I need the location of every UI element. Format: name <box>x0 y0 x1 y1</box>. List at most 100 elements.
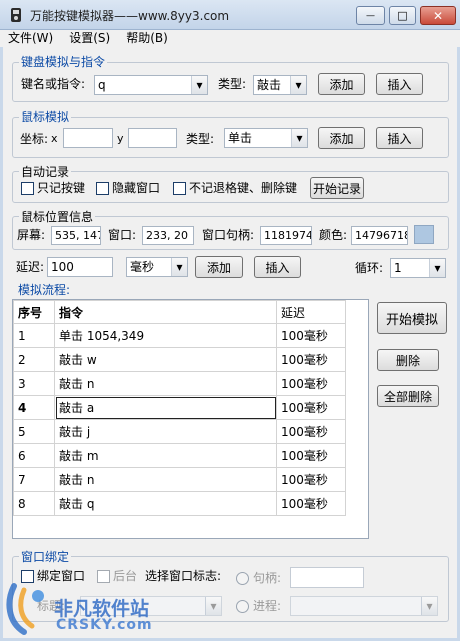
keyboard-group-label: 键盘模拟与指令 <box>19 55 108 69</box>
mouse-group-label: 鼠标模拟 <box>19 110 72 124</box>
row-no: 3 <box>13 371 55 396</box>
handle-radio[interactable] <box>236 572 249 585</box>
maximize-button[interactable]: □ <box>389 6 416 25</box>
row-delay: 100毫秒 <box>276 395 346 420</box>
delay-label: 延迟: <box>16 260 45 274</box>
key-insert-button[interactable]: 插入 <box>376 73 423 95</box>
table-row[interactable]: 7 敲击 n 100毫秒 <box>13 467 346 492</box>
row-no: 2 <box>13 347 55 372</box>
delay-add-button[interactable]: 添加 <box>195 256 243 278</box>
col-header-delay[interactable]: 延迟 <box>276 300 346 324</box>
handle-label: 窗口句柄: <box>202 228 255 242</box>
mouse-type-value: 单击 <box>228 131 253 145</box>
start-record-button[interactable]: 开始记录 <box>310 177 364 199</box>
handle-input[interactable] <box>290 567 364 588</box>
table-row[interactable]: 3 敲击 n 100毫秒 <box>13 371 346 396</box>
menu-file[interactable]: 文件(W) <box>0 30 61 47</box>
mouse-y-input[interactable] <box>128 128 177 148</box>
row-delay: 100毫秒 <box>276 419 346 444</box>
key-name-value: q <box>98 78 106 92</box>
delay-insert-button[interactable]: 插入 <box>254 256 301 278</box>
handle-radio-label: 句柄: <box>253 571 282 585</box>
watermark-en: CRSKY.com <box>56 617 153 633</box>
key-add-button[interactable]: 添加 <box>318 73 365 95</box>
row-cmd: 单击 1054,349 <box>54 323 277 348</box>
x-label: x <box>51 132 58 145</box>
no-backspace-label: 不记退格键、删除键 <box>189 181 298 195</box>
window-title: 万能按键模拟器——www.8yy3.com <box>30 9 230 23</box>
row-cmd: 敲击 n <box>54 371 277 396</box>
delete-button[interactable]: 删除 <box>377 349 439 371</box>
mouse-add-button[interactable]: 添加 <box>318 127 365 149</box>
watermark-logo: 非凡软件站 CRSKY.com <box>2 580 172 638</box>
table-row-selected[interactable]: 4 敲击 a 100毫秒 <box>13 395 346 420</box>
flow-table: 序号 指令 延迟 1 单击 1054,349 100毫秒 2 敲击 w 100毫秒 3敲… <box>13 300 346 516</box>
hide-window-checkbox[interactable] <box>96 182 109 195</box>
maximize-icon: □ <box>397 9 408 22</box>
mouse-type-combo[interactable]: 单击 ▾ <box>224 128 308 148</box>
window-pos-value: 233, 20 <box>142 226 194 245</box>
chevron-down-icon: ▾ <box>421 597 437 615</box>
title-bar: 万能按键模拟器——www.8yy3.com — □ ✕ <box>0 0 460 30</box>
screen-value: 535, 147 <box>51 226 101 245</box>
process-radio[interactable] <box>236 600 249 613</box>
menu-help[interactable]: 帮助(B) <box>118 30 176 47</box>
key-type-combo[interactable]: 敲击 ▾ <box>253 75 307 95</box>
chevron-down-icon: ▾ <box>205 597 221 615</box>
start-sim-button[interactable]: 开始模拟 <box>377 302 447 334</box>
flow-list[interactable]: 序号 指令 延迟 1 单击 1054,349 100毫秒 2 敲击 w 100毫秒 3敲… <box>12 299 369 539</box>
menu-bar: 文件(W) 设置(S) 帮助(B) <box>0 30 460 47</box>
row-delay: 100毫秒 <box>276 491 346 516</box>
table-row[interactable]: 2 敲击 w 100毫秒 <box>13 347 346 372</box>
row-no: 1 <box>13 323 55 348</box>
row-delay: 100毫秒 <box>276 371 346 396</box>
row-delay: 100毫秒 <box>276 323 346 348</box>
row-delay: 100毫秒 <box>276 443 346 468</box>
table-row[interactable]: 5 敲击 j 100毫秒 <box>13 419 346 444</box>
minimize-button[interactable]: — <box>356 6 385 25</box>
col-header-cmd[interactable]: 指令 <box>54 300 277 324</box>
row-cmd: 敲击 m <box>54 443 277 468</box>
binding-group-label: 窗口绑定 <box>19 550 72 564</box>
table-row[interactable]: 6 敲击 m 100毫秒 <box>13 443 346 468</box>
chevron-down-icon: ▾ <box>291 129 307 147</box>
loop-combo[interactable]: 1 ▾ <box>390 258 446 278</box>
color-label: 颜色: <box>319 228 348 242</box>
row-no: 8 <box>13 491 55 516</box>
row-cmd: 敲击 q <box>54 491 277 516</box>
row-cmd: 敲击 a <box>54 395 277 420</box>
only-keys-checkbox[interactable] <box>21 182 34 195</box>
handle-value: 1181974 <box>260 226 312 245</box>
menu-settings[interactable]: 设置(S) <box>61 30 118 47</box>
delay-unit-combo[interactable]: 毫秒 ▾ <box>126 257 188 277</box>
row-cmd: 敲击 w <box>54 347 277 372</box>
key-name-label: 键名或指令: <box>21 77 86 91</box>
minimize-icon: — <box>366 10 375 21</box>
row-no: 6 <box>13 443 55 468</box>
delay-input[interactable]: 100 <box>47 257 113 277</box>
process-radio-label: 进程: <box>253 599 282 613</box>
app-icon <box>11 8 21 22</box>
loop-label: 循环: <box>355 261 384 275</box>
hide-window-label: 隐藏窗口 <box>112 181 161 195</box>
delete-all-button[interactable]: 全部删除 <box>377 385 439 407</box>
no-backspace-checkbox[interactable] <box>173 182 186 195</box>
row-cmd: 敲击 j <box>54 419 277 444</box>
mouse-x-input[interactable] <box>63 128 113 148</box>
process-combo[interactable]: ▾ <box>290 596 438 616</box>
col-header-no[interactable]: 序号 <box>13 300 55 324</box>
loop-value: 1 <box>394 261 402 275</box>
auto-record-group-label: 自动记录 <box>19 165 72 179</box>
y-label: y <box>117 132 124 145</box>
table-row[interactable]: 8 敲击 q 100毫秒 <box>13 491 346 516</box>
mouse-insert-button[interactable]: 插入 <box>376 127 423 149</box>
crsky-logo-icon <box>6 583 44 635</box>
mouse-type-label: 类型: <box>186 132 215 146</box>
row-cmd: 敲击 n <box>54 467 277 492</box>
flow-label: 模拟流程: <box>16 283 73 297</box>
close-button[interactable]: ✕ <box>420 6 456 25</box>
row-no: 7 <box>13 467 55 492</box>
table-row[interactable]: 1 单击 1054,349 100毫秒 <box>13 323 346 348</box>
row-delay: 100毫秒 <box>276 467 346 492</box>
key-name-combo[interactable]: q ▾ <box>94 75 208 95</box>
